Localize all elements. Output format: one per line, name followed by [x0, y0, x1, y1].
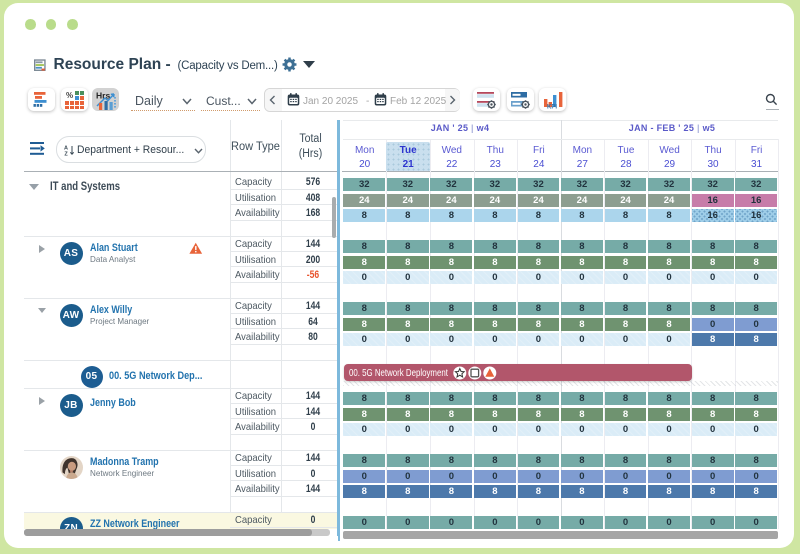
- svg-text:KPI: KPI: [547, 105, 557, 111]
- svg-text:Z: Z: [64, 151, 68, 156]
- svg-text:%: %: [66, 91, 73, 100]
